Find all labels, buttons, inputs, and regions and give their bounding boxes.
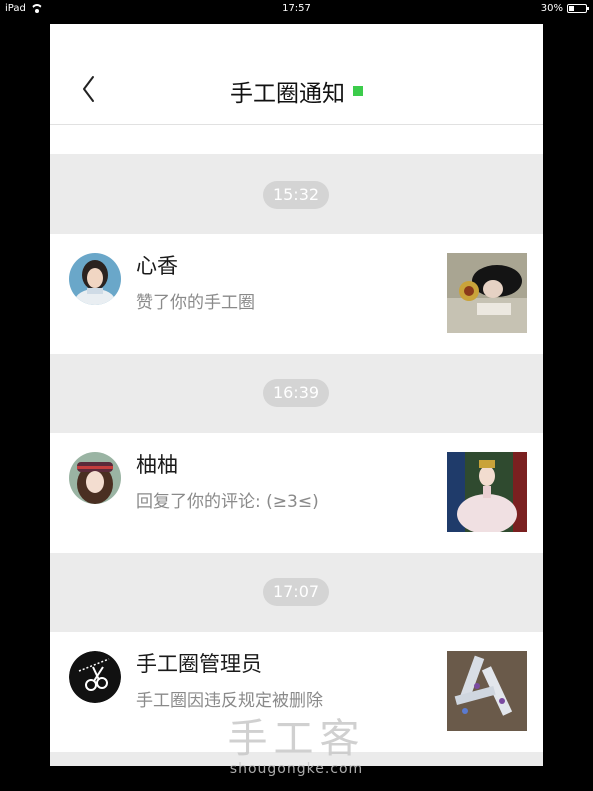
title-wrap: 手工圈通知 <box>50 74 543 108</box>
status-bar: iPad 17:57 30% <box>0 0 593 20</box>
notification-row[interactable]: 柚柚 回复了你的评论: (≥3≤) <box>50 433 543 553</box>
online-indicator <box>353 86 363 96</box>
status-time: 17:57 <box>282 3 311 14</box>
sender-name: 柚柚 <box>136 453 178 477</box>
notification-message: 赞了你的手工圈 <box>136 293 255 313</box>
notification-message: 回复了你的评论: (≥3≤) <box>136 492 319 512</box>
navigation-bar: 手工圈通知 <box>50 24 543 125</box>
battery-label: 30% <box>540 3 563 14</box>
timestamp-badge: 15:32 <box>263 181 329 209</box>
watermark-domain: shougongke.com <box>229 761 364 777</box>
notification-row[interactable]: 心香 赞了你的手工圈 <box>50 234 543 354</box>
timestamp-badge: 17:07 <box>263 578 329 606</box>
scissors-icon[interactable] <box>69 651 121 703</box>
sender-name: 心香 <box>136 254 178 278</box>
timestamp-badge: 16:39 <box>263 379 329 407</box>
post-thumbnail[interactable] <box>447 452 527 532</box>
watermark: 手工客 shougongke.com <box>0 717 593 777</box>
user-avatar-icon[interactable] <box>69 452 121 504</box>
user-avatar-icon[interactable] <box>69 253 121 305</box>
watermark-brand: 手工客 <box>227 716 366 762</box>
page-title: 手工圈通知 <box>230 81 345 107</box>
notification-message: 手工圈因违反规定被删除 <box>136 691 323 711</box>
battery-icon <box>567 4 589 13</box>
post-thumbnail[interactable] <box>447 253 527 333</box>
status-right: 30% <box>540 3 589 14</box>
app-screen: 手工圈通知 15:32 心香 赞了你的手工圈 16:39 柚柚 回复了你的评论:… <box>50 24 543 766</box>
sender-name: 手工圈管理员 <box>136 652 262 676</box>
header-spacer <box>50 125 543 154</box>
